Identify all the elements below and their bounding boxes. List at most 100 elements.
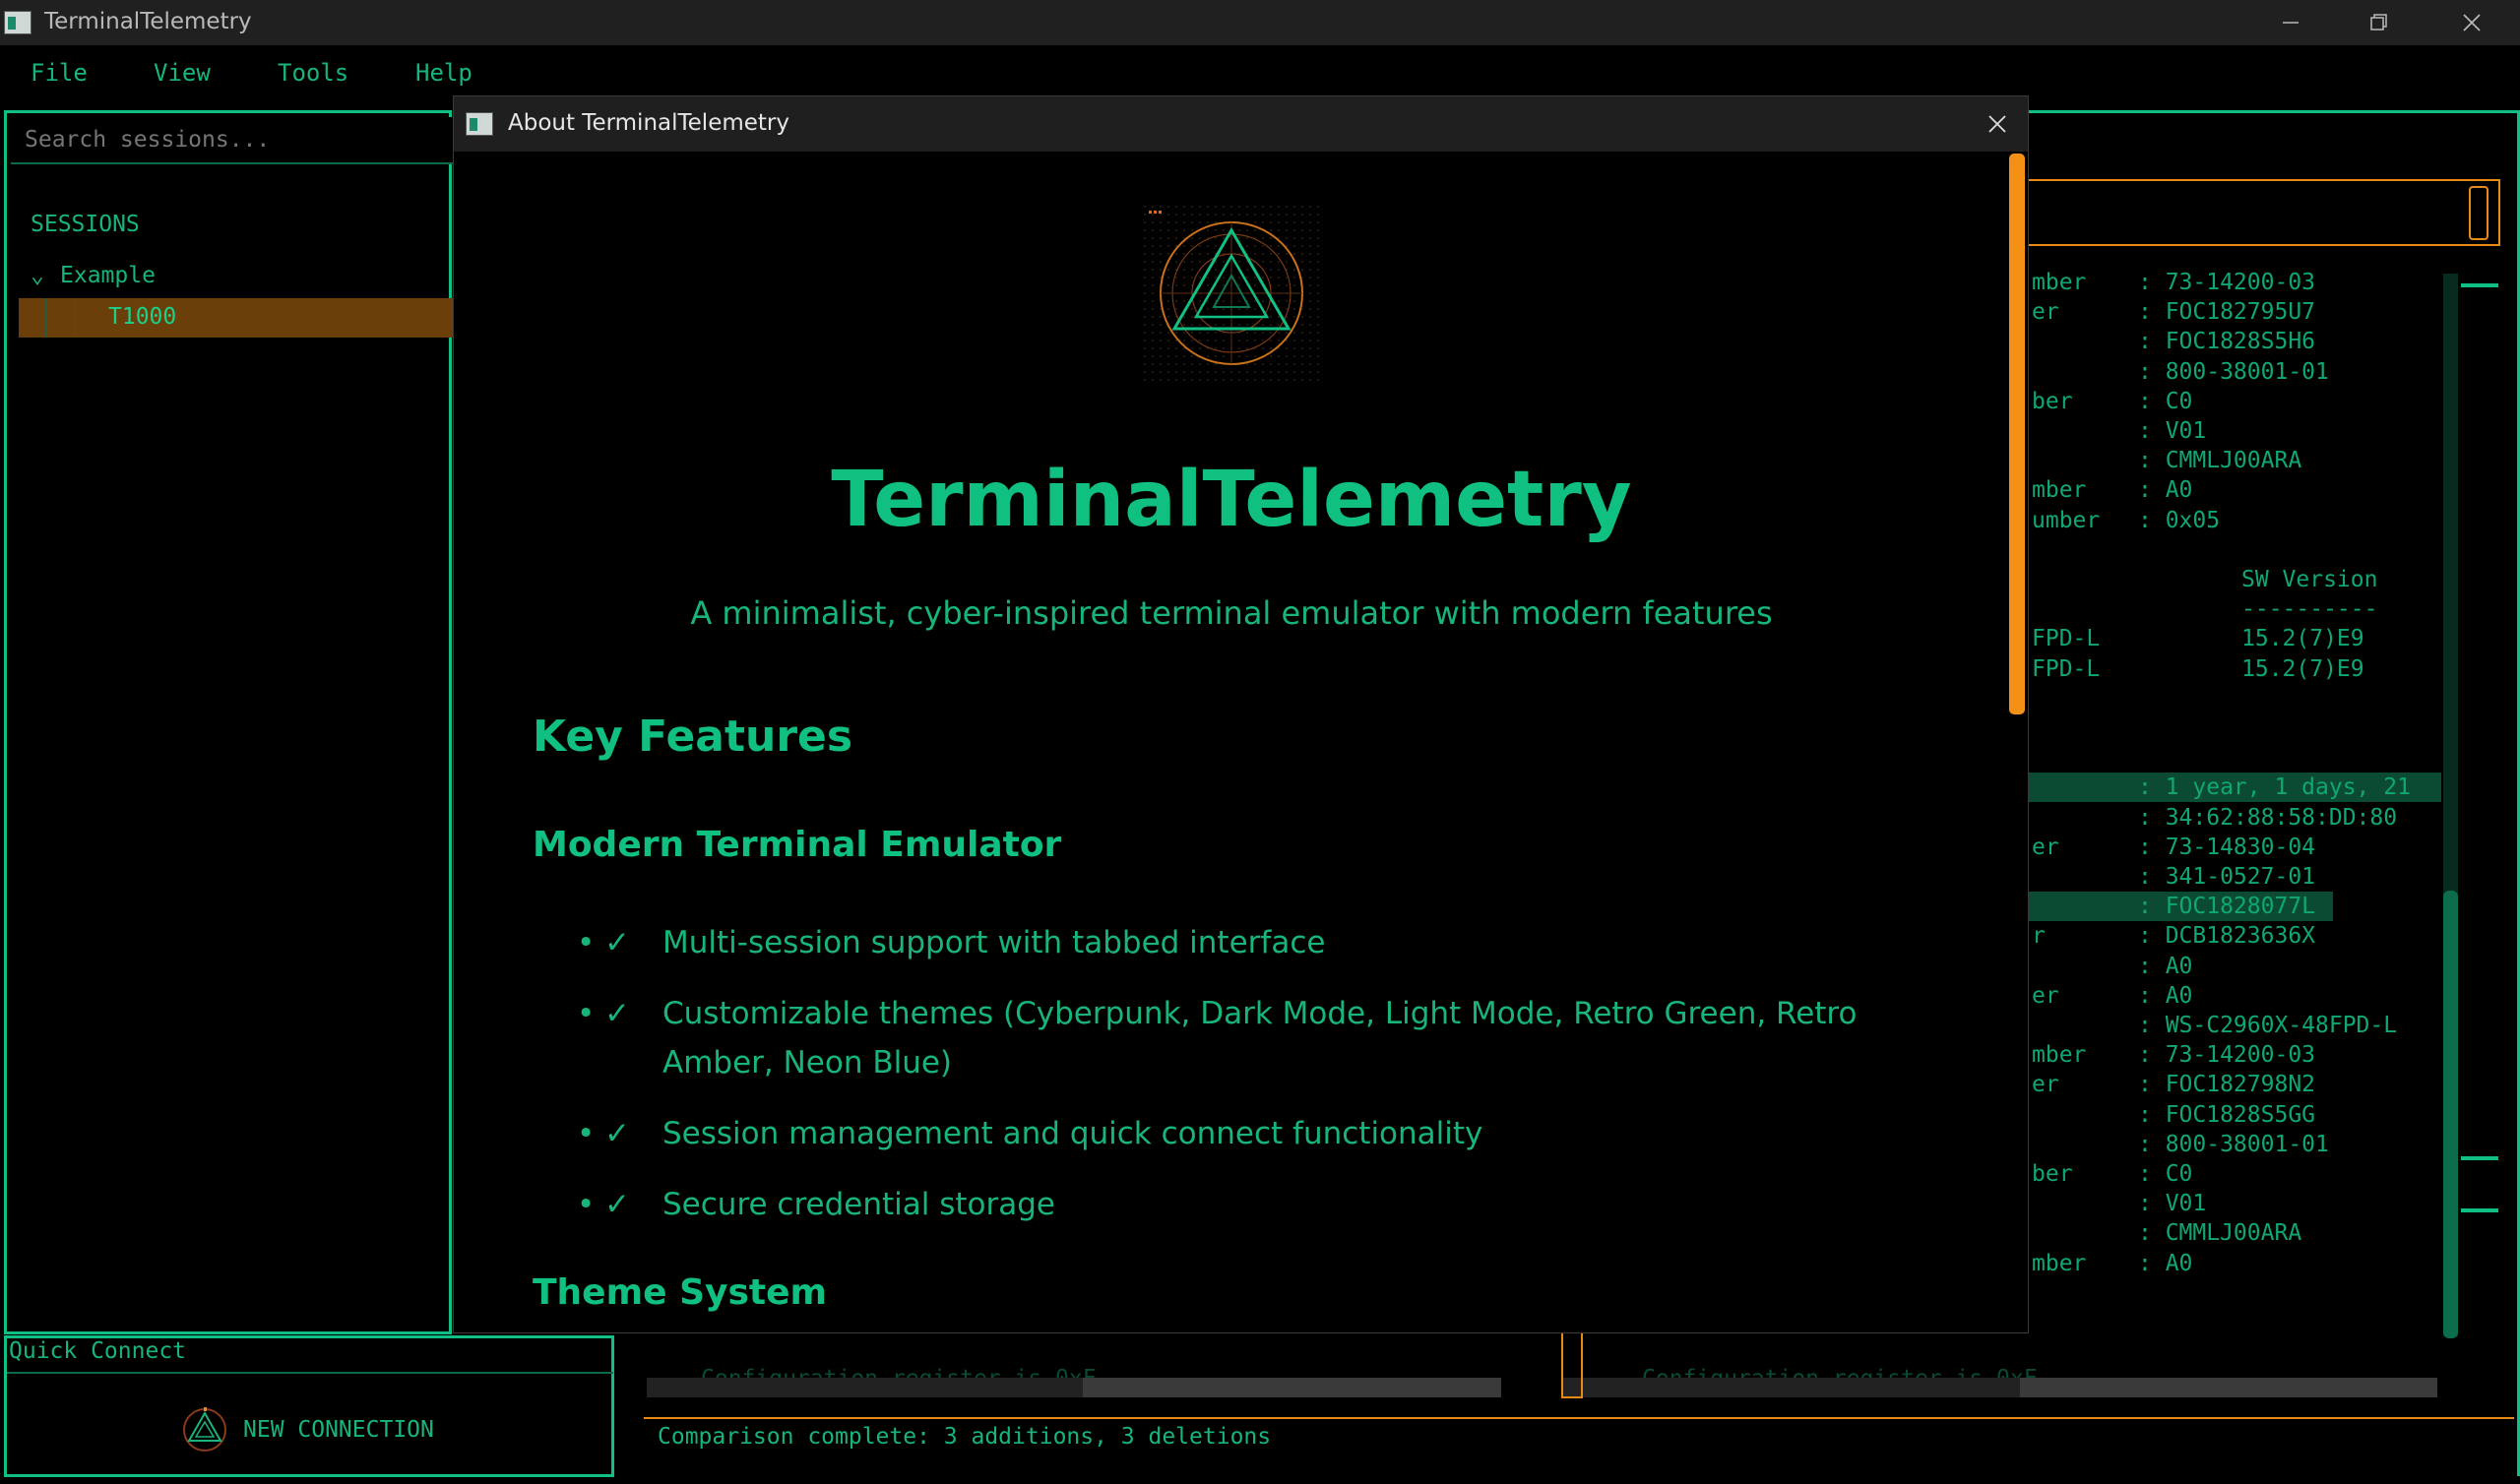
terminal-field-value: : 73-14830-04 [2138, 834, 2316, 860]
terminal-line: mber: A0 [2018, 1249, 2441, 1278]
menu-view[interactable]: View [154, 59, 211, 87]
bullet: • [577, 1116, 596, 1151]
terminal-field-value: : FOC182798N2 [2138, 1072, 2316, 1098]
tab-strip [2018, 179, 2500, 246]
tree-guide-line [74, 298, 75, 338]
terminal-field-value: : DCB1823636X [2138, 923, 2316, 950]
terminal-line: : 800-38001-01 [2018, 1130, 2441, 1159]
terminal-line: : FOC1828S5H6 [2018, 327, 2441, 356]
terminal-field-value: 15.2(7)E9 [2241, 655, 2364, 682]
terminal-field-label: FPD-L [2032, 626, 2101, 652]
terminal-field-label: mber [2032, 1042, 2087, 1069]
terminal-line: : 341-0527-01 [2018, 862, 2441, 892]
window-titlebar: TerminalTelemetry [0, 0, 2520, 45]
terminal-field-value: : C0 [2138, 388, 2193, 414]
terminal-field-value: : 341-0527-01 [2138, 864, 2316, 890]
session-sidebar: SESSIONS ⌄Example T1000 [4, 110, 473, 1334]
new-connection-button[interactable]: NEW CONNECTION [180, 1405, 434, 1454]
terminal-line: : V01 [2018, 1189, 2441, 1218]
menu-help[interactable]: Help [415, 59, 472, 87]
close-window-button[interactable] [2427, 0, 2516, 45]
terminal-field-value: : FOC1828S5GG [2138, 1101, 2316, 1128]
terminal-field-value: : FOC182795U7 [2138, 299, 2316, 326]
quick-connect-label: Quick Connect [9, 1338, 187, 1364]
terminal-field-label: mber [2032, 1250, 2087, 1276]
terminal-line: ---------- [2018, 594, 2441, 624]
terminal-line: er: FOC182795U7 [2018, 297, 2441, 327]
window-title: TerminalTelemetry [44, 9, 252, 34]
terminal-field-value: : CMMLJ00ARA [2138, 1220, 2302, 1247]
terminal-field-value: : WS-C2960X-48FPD-L [2138, 1013, 2398, 1038]
bullet: • [577, 1187, 596, 1222]
scroll-marker [2461, 1208, 2498, 1212]
close-icon [1988, 115, 2006, 133]
folder-label: Example [60, 263, 156, 288]
search-sessions-input[interactable] [11, 117, 473, 164]
scroll-marker [2461, 283, 2498, 287]
session-label: T1000 [108, 304, 177, 330]
terminal-field-value: : 0x05 [2138, 507, 2221, 533]
terminal-field-label: ber [2032, 388, 2073, 414]
terminal-line: : CMMLJ00ARA [2018, 446, 2441, 475]
tree-session-t1000[interactable]: T1000 [19, 298, 472, 338]
terminal-field-value: : V01 [2138, 418, 2207, 444]
menu-tools[interactable]: Tools [278, 59, 348, 87]
about-dialog: About TerminalTelemetry TerminalTelemetr… [453, 95, 2029, 1333]
feature-text: Secure credential storage [662, 1187, 1056, 1222]
terminal-line: : A0 [2018, 952, 2441, 981]
terminal-field-label: FPD-L [2032, 655, 2101, 682]
feature-list: • ✓ Multi-session support with tabbed inte… [577, 918, 1935, 1251]
terminal-line: er : FOC182798N2 [2018, 1070, 2441, 1099]
terminal-scrollbar-thumb[interactable] [2443, 891, 2458, 1338]
about-app-name: TerminalTelemetry [831, 456, 1632, 544]
terminal-line: : 800-38001-01 [2018, 357, 2441, 387]
tree-guide-line [45, 298, 46, 338]
terminal-line: : 34:62:88:58:DD:80 [2018, 803, 2441, 833]
check-icon: ✓ [604, 925, 630, 960]
bullet: • [577, 996, 596, 1031]
check-icon: ✓ [604, 1116, 630, 1151]
close-icon [2463, 14, 2481, 31]
dialog-scrollbar-thumb[interactable] [2009, 154, 2025, 714]
section-heading-theme: Theme System [533, 1272, 828, 1313]
restore-button[interactable] [2335, 0, 2424, 45]
terminal-line: ber : C0 [2018, 387, 2441, 416]
terminal-line: : 1 year, 1 days, 21 [2018, 773, 2441, 803]
terminal-field-value: 15.2(7)E9 [2241, 626, 2364, 652]
dialog-close-button[interactable] [1982, 108, 2013, 140]
terminal-field-label: umber [2032, 507, 2101, 533]
menu-file[interactable]: File [31, 59, 88, 87]
terminal-line: er: 73-14830-04 [2018, 833, 2441, 862]
terminal-line: ber: C0 [2018, 1159, 2441, 1189]
section-heading-terminal: Modern Terminal Emulator [533, 825, 1062, 865]
minimize-button[interactable] [2246, 0, 2335, 45]
compare-left-hscroll-thumb[interactable] [1083, 1378, 1501, 1397]
terminal-field-value: : C0 [2138, 1161, 2193, 1187]
compare-right-hscroll-thumb[interactable] [2020, 1378, 2437, 1397]
tree-folder-example[interactable]: ⌄ Example [31, 263, 156, 288]
terminal-field-value: : 800-38001-01 [2138, 358, 2329, 385]
feature-text: Customizable themes (Cyberpunk, Dark Mod… [662, 996, 1858, 1081]
check-icon: ✓ [604, 996, 630, 1031]
scroll-marker [2461, 1156, 2498, 1160]
terminal-field-value: : FOC1828S5H6 [2138, 329, 2316, 355]
quick-connect-panel: Quick Connect NEW CONNECTION [4, 1335, 614, 1477]
terminal-field-value: : 73-14200-03 [2138, 1042, 2316, 1069]
logo-icon [183, 1407, 226, 1452]
terminal-field-value: : V01 [2138, 1191, 2207, 1217]
terminal-field-label: er [2032, 1072, 2059, 1098]
list-item: • ✓ Session management and quick connect f… [577, 1109, 1935, 1158]
chevron-down-icon[interactable]: ⌄ [31, 263, 60, 288]
minimize-icon [2283, 22, 2299, 24]
bullet: • [577, 925, 596, 960]
terminal-line: mber : 73-14200-03 [2018, 1040, 2441, 1070]
terminal-field-value: : A0 [2138, 477, 2193, 504]
tab-scroll-handle[interactable] [2469, 186, 2488, 240]
list-item: • ✓ Secure credential storage [577, 1180, 1935, 1229]
terminal-field-value: : A0 [2138, 953, 2193, 979]
terminal-field-value: : 800-38001-01 [2138, 1131, 2329, 1157]
terminal-line: : WS-C2960X-48FPD-L [2018, 1011, 2441, 1040]
